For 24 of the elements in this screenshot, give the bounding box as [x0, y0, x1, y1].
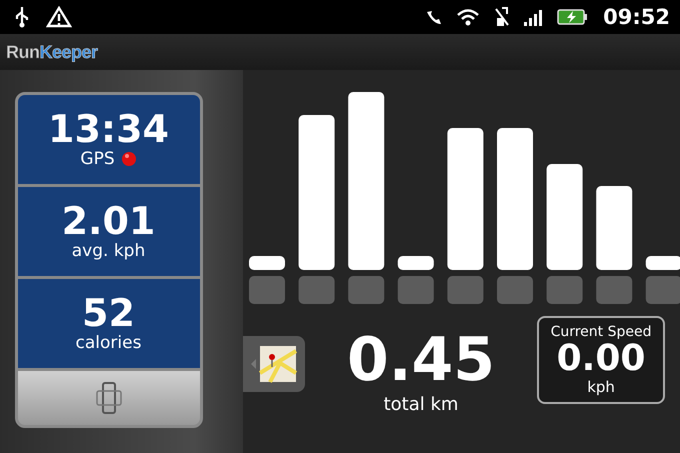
current-speed-unit: kph — [587, 378, 615, 396]
rotate-icon — [96, 381, 122, 415]
gps-status-icon — [120, 151, 137, 168]
current-speed-title: Current Speed — [550, 324, 652, 340]
stat-value: 2.01 — [62, 202, 156, 242]
stat-value: 13:34 — [48, 110, 169, 150]
no-sim-icon — [493, 6, 512, 28]
current-speed-value: 0.00 — [556, 340, 646, 378]
usb-icon — [14, 6, 30, 28]
stat-label: avg. kph — [72, 241, 146, 262]
stat-label: calories — [76, 333, 142, 354]
distance-value: 0.45 — [347, 330, 496, 390]
phone-icon — [425, 8, 444, 26]
clock: 09:52 — [603, 5, 670, 29]
app-logo: RunKeeper — [6, 42, 98, 62]
map-button[interactable] — [243, 336, 305, 392]
warning-icon — [46, 6, 72, 28]
map-icon — [250, 343, 298, 385]
stat-label: GPS — [80, 149, 115, 170]
rotate-button[interactable] — [18, 371, 200, 425]
distance-label: total km — [384, 394, 458, 415]
battery-charging-icon — [557, 9, 588, 25]
stat-value: 52 — [82, 294, 135, 334]
wifi-icon — [455, 7, 482, 27]
